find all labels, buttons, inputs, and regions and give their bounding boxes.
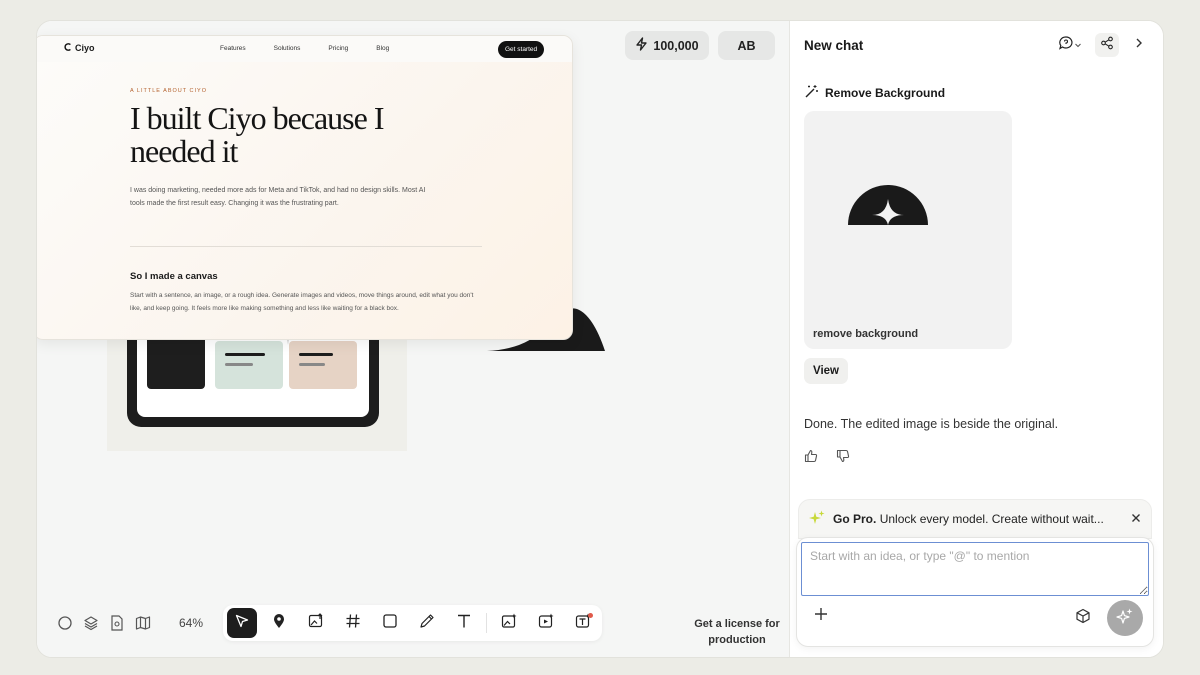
pencil-icon [419, 613, 435, 634]
collapse-panel-button[interactable] [1127, 33, 1151, 57]
text-tool[interactable] [449, 608, 479, 638]
thumbs-up-icon[interactable] [804, 449, 818, 468]
credits-count: 100,000 [653, 38, 699, 53]
avatar-button[interactable]: AB [718, 31, 775, 60]
chat-bubble-icon [1058, 35, 1074, 56]
chat-title: New chat [804, 38, 864, 53]
cube-icon [1075, 608, 1091, 629]
preview-section-body: Start with a sentence, an image, or a ro… [130, 292, 474, 312]
hash-icon [345, 613, 361, 634]
canvas-toolbar [223, 605, 602, 641]
pencil-tool[interactable] [412, 608, 442, 638]
sparkles-icon [809, 510, 825, 529]
send-button[interactable] [1107, 600, 1143, 636]
zoom-level[interactable]: 64% [179, 616, 203, 630]
map-pin-icon [272, 613, 286, 634]
thumbs-down-icon[interactable] [836, 449, 850, 468]
chat-header-actions [1053, 33, 1151, 57]
promo-bold: Go Pro. [833, 512, 877, 526]
license-link[interactable]: Get a license for production [687, 616, 787, 648]
preview-section-title: So I made a canvas [130, 271, 218, 282]
preview-logo: Ciyo [64, 43, 95, 53]
share-icon [1100, 36, 1114, 55]
chat-input[interactable] [801, 542, 1149, 596]
website-preview-card[interactable]: Ciyo Features Solutions Pricing Blog Get… [37, 35, 573, 340]
plus-icon [814, 607, 828, 626]
preview-nav-pricing[interactable]: Pricing [328, 45, 348, 52]
chevron-down-icon [1074, 36, 1082, 54]
message-feedback [804, 449, 850, 468]
result-image-label: remove background [813, 328, 919, 340]
tool-heading: Remove Background [804, 84, 945, 102]
go-pro-banner[interactable]: Go Pro. Unlock every model. Create witho… [798, 499, 1152, 539]
ciyo-logo-icon [64, 43, 72, 53]
magic-wand-icon [804, 84, 819, 102]
text-icon [456, 613, 472, 634]
lightning-icon [635, 37, 648, 54]
add-attachment-button[interactable] [811, 606, 831, 626]
circle-icon[interactable] [57, 615, 73, 631]
app-window: Ciyo Features Solutions Pricing Blog Get… [36, 20, 1164, 658]
promo-text: Unlock every model. Create without wait.… [879, 512, 1104, 526]
square-icon [383, 613, 397, 633]
frame-tool[interactable] [338, 608, 368, 638]
preview-intro: I was doing marketing, needed more ads f… [130, 187, 426, 207]
preview-headline: I built Ciyo because I needed it [130, 100, 384, 169]
select-tool[interactable] [227, 608, 257, 638]
video-sparkle-icon [538, 613, 554, 634]
layers-icon[interactable] [83, 615, 99, 631]
image-upload-tool[interactable] [301, 608, 331, 638]
image-upload-icon [308, 612, 324, 634]
view-button[interactable]: View [804, 358, 848, 384]
pin-tool[interactable] [264, 608, 294, 638]
preview-nav-links: Features Solutions Pricing Blog [220, 45, 389, 52]
model-select-button[interactable] [1073, 608, 1093, 628]
preview-divider [130, 246, 482, 247]
preview-eyebrow: A LITTLE ABOUT CIYO [130, 88, 207, 94]
canvas-view-controls: 64% [57, 615, 203, 631]
ai-video-tool[interactable] [531, 608, 561, 638]
notification-dot [588, 613, 593, 618]
chevron-right-icon [1134, 36, 1144, 54]
cursor-icon [234, 613, 250, 634]
credits-chip[interactable]: 100,000 [625, 31, 709, 60]
rectangle-tool[interactable] [375, 608, 405, 638]
preview-navbar: Ciyo Features Solutions Pricing Blog Get… [37, 36, 572, 62]
chat-composer [796, 537, 1154, 647]
sparkle-send-icon [1116, 607, 1134, 630]
preview-get-started-button[interactable]: Get started [498, 41, 545, 58]
star-logo-icon [848, 185, 928, 225]
map-icon[interactable] [135, 615, 151, 631]
preview-nav-features[interactable]: Features [220, 45, 246, 52]
chat-history-button[interactable] [1053, 33, 1087, 57]
assistant-message: Done. The edited image is beside the ori… [804, 417, 1059, 431]
ai-image-tool[interactable] [494, 608, 524, 638]
canvas[interactable]: Ciyo Features Solutions Pricing Blog Get… [37, 21, 789, 657]
chat-panel: New chat Remove Background remove backgr… [789, 21, 1163, 657]
image-sparkle-icon [501, 613, 517, 634]
result-image-card[interactable]: remove background [804, 111, 1012, 349]
share-button[interactable] [1095, 33, 1119, 57]
ai-text-tool[interactable] [568, 608, 598, 638]
close-icon[interactable] [1131, 512, 1141, 526]
preview-nav-solutions[interactable]: Solutions [274, 45, 301, 52]
preview-nav-blog[interactable]: Blog [376, 45, 389, 52]
file-search-icon[interactable] [109, 615, 125, 631]
